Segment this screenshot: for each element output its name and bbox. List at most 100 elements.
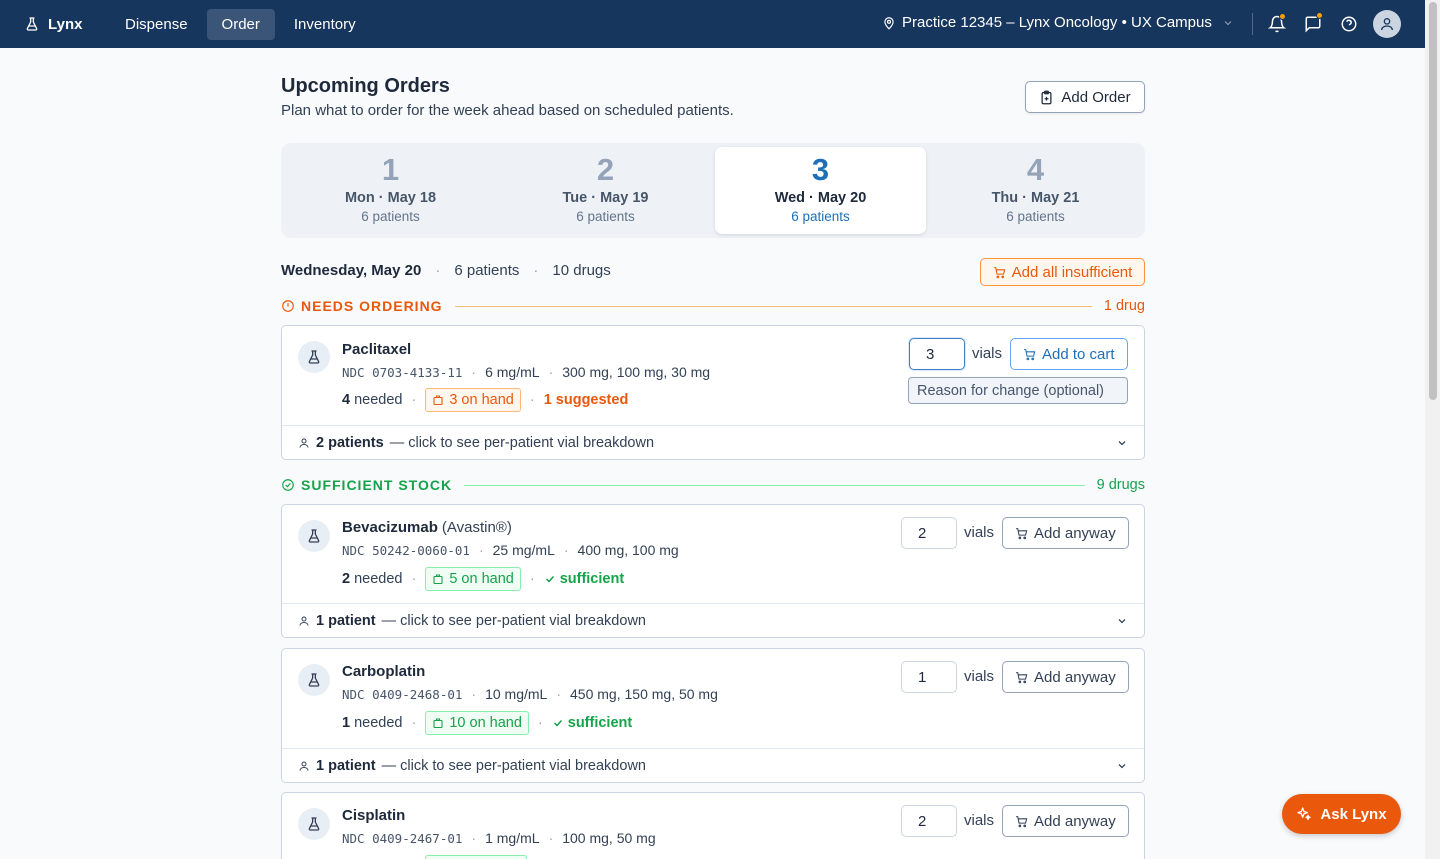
main-nav: Dispense Order Inventory	[110, 8, 371, 40]
drug-stats: 2 needed · 5 on hand · sufficient	[342, 567, 624, 591]
shopping-cart-icon	[993, 266, 1006, 278]
drug-meta: NDC 0409-2467-01 · 1 mg/mL · 100 mg, 50 …	[342, 830, 656, 846]
drug-meta: NDC 50242-0060-01 · 25 mg/mL · 400 mg, 1…	[342, 542, 679, 558]
on-hand-badge	[425, 855, 527, 859]
section-divider	[464, 484, 1085, 486]
on-hand-badge: 3 on hand	[425, 388, 521, 412]
notifications-button[interactable]	[1267, 13, 1287, 33]
add-anyway-button[interactable]: Add anyway	[1002, 805, 1129, 837]
day-label: Wed · May 20	[774, 190, 867, 206]
summary-date: Wednesday, May 20	[281, 262, 422, 279]
notification-dot	[1279, 13, 1286, 20]
needed-count: 1 needed	[342, 715, 403, 731]
messages-button[interactable]	[1304, 12, 1323, 33]
day-label: Tue · May 19	[562, 190, 649, 206]
day-patients: 6 patients	[791, 209, 850, 224]
needed-count: 2 needed	[342, 571, 403, 587]
drug-name: Paclitaxel	[342, 341, 412, 358]
brand-logo[interactable]: Lynx	[24, 16, 110, 33]
reason-input[interactable]: Reason for change (optional)	[908, 377, 1128, 404]
sufficient-status: sufficient	[544, 571, 624, 587]
brand-name: Lynx	[48, 15, 83, 33]
account-avatar[interactable]	[1373, 10, 1401, 38]
unit-label: vials	[972, 345, 1003, 362]
chevron-down-icon	[1118, 619, 1126, 624]
section-divider	[454, 305, 1092, 307]
chevron-down-icon	[1118, 441, 1126, 446]
quantity-input[interactable]: 1	[901, 661, 957, 693]
practice-label: Practice 12345 – Lynx Oncology • UX Camp…	[902, 14, 1212, 31]
day-number: 3	[811, 152, 830, 187]
package-icon	[433, 395, 443, 406]
drug-concentration: 10 mg/mL	[485, 686, 548, 702]
on-hand-badge: 5 on hand	[425, 567, 521, 591]
drug-concentration: 1 mg/mL	[485, 830, 540, 846]
day-number: 1	[381, 152, 400, 187]
user-icon	[299, 438, 309, 448]
drug-sizes: 100 mg, 50 mg	[562, 830, 656, 846]
day-tab-3[interactable]: 3 Wed · May 20 6 patients	[715, 147, 926, 234]
drug-concentration: 25 mg/mL	[492, 542, 555, 558]
section-sufficient-stock: SUFFICIENT STOCK 9 drugs	[281, 477, 1145, 493]
add-order-button[interactable]: Add Order	[1025, 81, 1145, 113]
practice-selector[interactable]: Practice 12345 – Lynx Oncology • UX Camp…	[882, 14, 1234, 31]
day-tab-2[interactable]: 2 Tue · May 19 6 patients	[500, 147, 711, 234]
help-button[interactable]	[1340, 15, 1358, 33]
patients-breakdown-toggle[interactable]: 2 patients — click to see per-patient via…	[282, 425, 1144, 459]
patients-breakdown-toggle[interactable]: 1 patient — click to see per-patient vial…	[282, 603, 1144, 637]
add-anyway-button[interactable]: Add anyway	[1002, 517, 1129, 549]
alert-circle-icon	[282, 300, 294, 312]
page-title: Upcoming Orders	[281, 75, 450, 97]
drug-name: Carboplatin	[342, 663, 426, 680]
package-icon	[433, 718, 443, 729]
day-label: Mon · May 18	[344, 190, 437, 206]
drug-name: Cisplatin	[342, 807, 406, 824]
flask-icon	[26, 17, 38, 31]
help-circle-icon	[1341, 16, 1357, 32]
ask-lynx-label: Ask Lynx	[1320, 805, 1387, 823]
drug-card-paclitaxel: Paclitaxel NDC 0703-4133-11 · 6 mg/mL · …	[281, 325, 1145, 460]
patients-breakdown-toggle[interactable]: 1 patient — click to see per-patient vial…	[282, 748, 1144, 782]
quantity-input[interactable]: 2	[901, 805, 957, 837]
flask-icon	[298, 664, 330, 696]
shopping-cart-icon	[1016, 527, 1028, 539]
section-count: 1 drug	[1103, 298, 1145, 314]
flask-icon	[298, 520, 330, 552]
drug-sizes: 450 mg, 150 mg, 50 mg	[570, 686, 718, 702]
drug-concentration: 6 mg/mL	[485, 364, 540, 380]
day-number: 4	[1026, 152, 1045, 187]
check-circle-icon	[282, 479, 294, 491]
drug-brand: (Avastin®)	[441, 519, 512, 536]
drug-ndc: NDC 0409-2467-01	[342, 831, 463, 846]
day-label: Thu · May 21	[991, 190, 1080, 206]
day-patients: 6 patients	[361, 209, 420, 224]
ask-lynx-button[interactable]: Ask Lynx	[1282, 794, 1401, 834]
scrollbar-thumb[interactable]	[1429, 2, 1437, 400]
section-count: 9 drugs	[1096, 477, 1145, 493]
drug-stats: 1 needed · 10 on hand · sufficient	[342, 711, 632, 735]
check-icon	[553, 719, 562, 727]
section-title: SUFFICIENT STOCK	[301, 477, 453, 493]
add-all-insufficient-button[interactable]: Add all insufficient	[980, 258, 1145, 286]
package-icon	[433, 574, 443, 585]
add-anyway-button[interactable]: Add anyway	[1002, 661, 1129, 693]
quantity-input[interactable]: 3	[909, 338, 965, 370]
separator: ·	[435, 262, 441, 279]
day-tab-4[interactable]: 4 Thu · May 21 6 patients	[930, 147, 1141, 234]
day-tab-1[interactable]: 1 Mon · May 18 6 patients	[285, 147, 496, 234]
drug-card-carboplatin: Carboplatin NDC 0409-2468-01 · 10 mg/mL …	[281, 648, 1145, 783]
nav-inventory[interactable]: Inventory	[279, 9, 371, 40]
nav-dispense[interactable]: Dispense	[110, 9, 203, 40]
quantity-input[interactable]: 2	[901, 517, 957, 549]
user-icon	[299, 761, 309, 771]
section-title: NEEDS ORDERING	[301, 298, 443, 314]
add-to-cart-button[interactable]: Add to cart	[1010, 338, 1128, 370]
drug-meta: NDC 0409-2468-01 · 10 mg/mL · 450 mg, 15…	[342, 686, 718, 702]
nav-order[interactable]: Order	[206, 8, 275, 40]
message-dot	[1316, 12, 1323, 19]
user-icon	[1381, 18, 1393, 31]
shopping-cart-icon	[1016, 815, 1028, 827]
drug-sizes: 300 mg, 100 mg, 30 mg	[562, 364, 711, 380]
day-number: 2	[596, 152, 615, 187]
sparkles-icon	[1297, 807, 1312, 820]
